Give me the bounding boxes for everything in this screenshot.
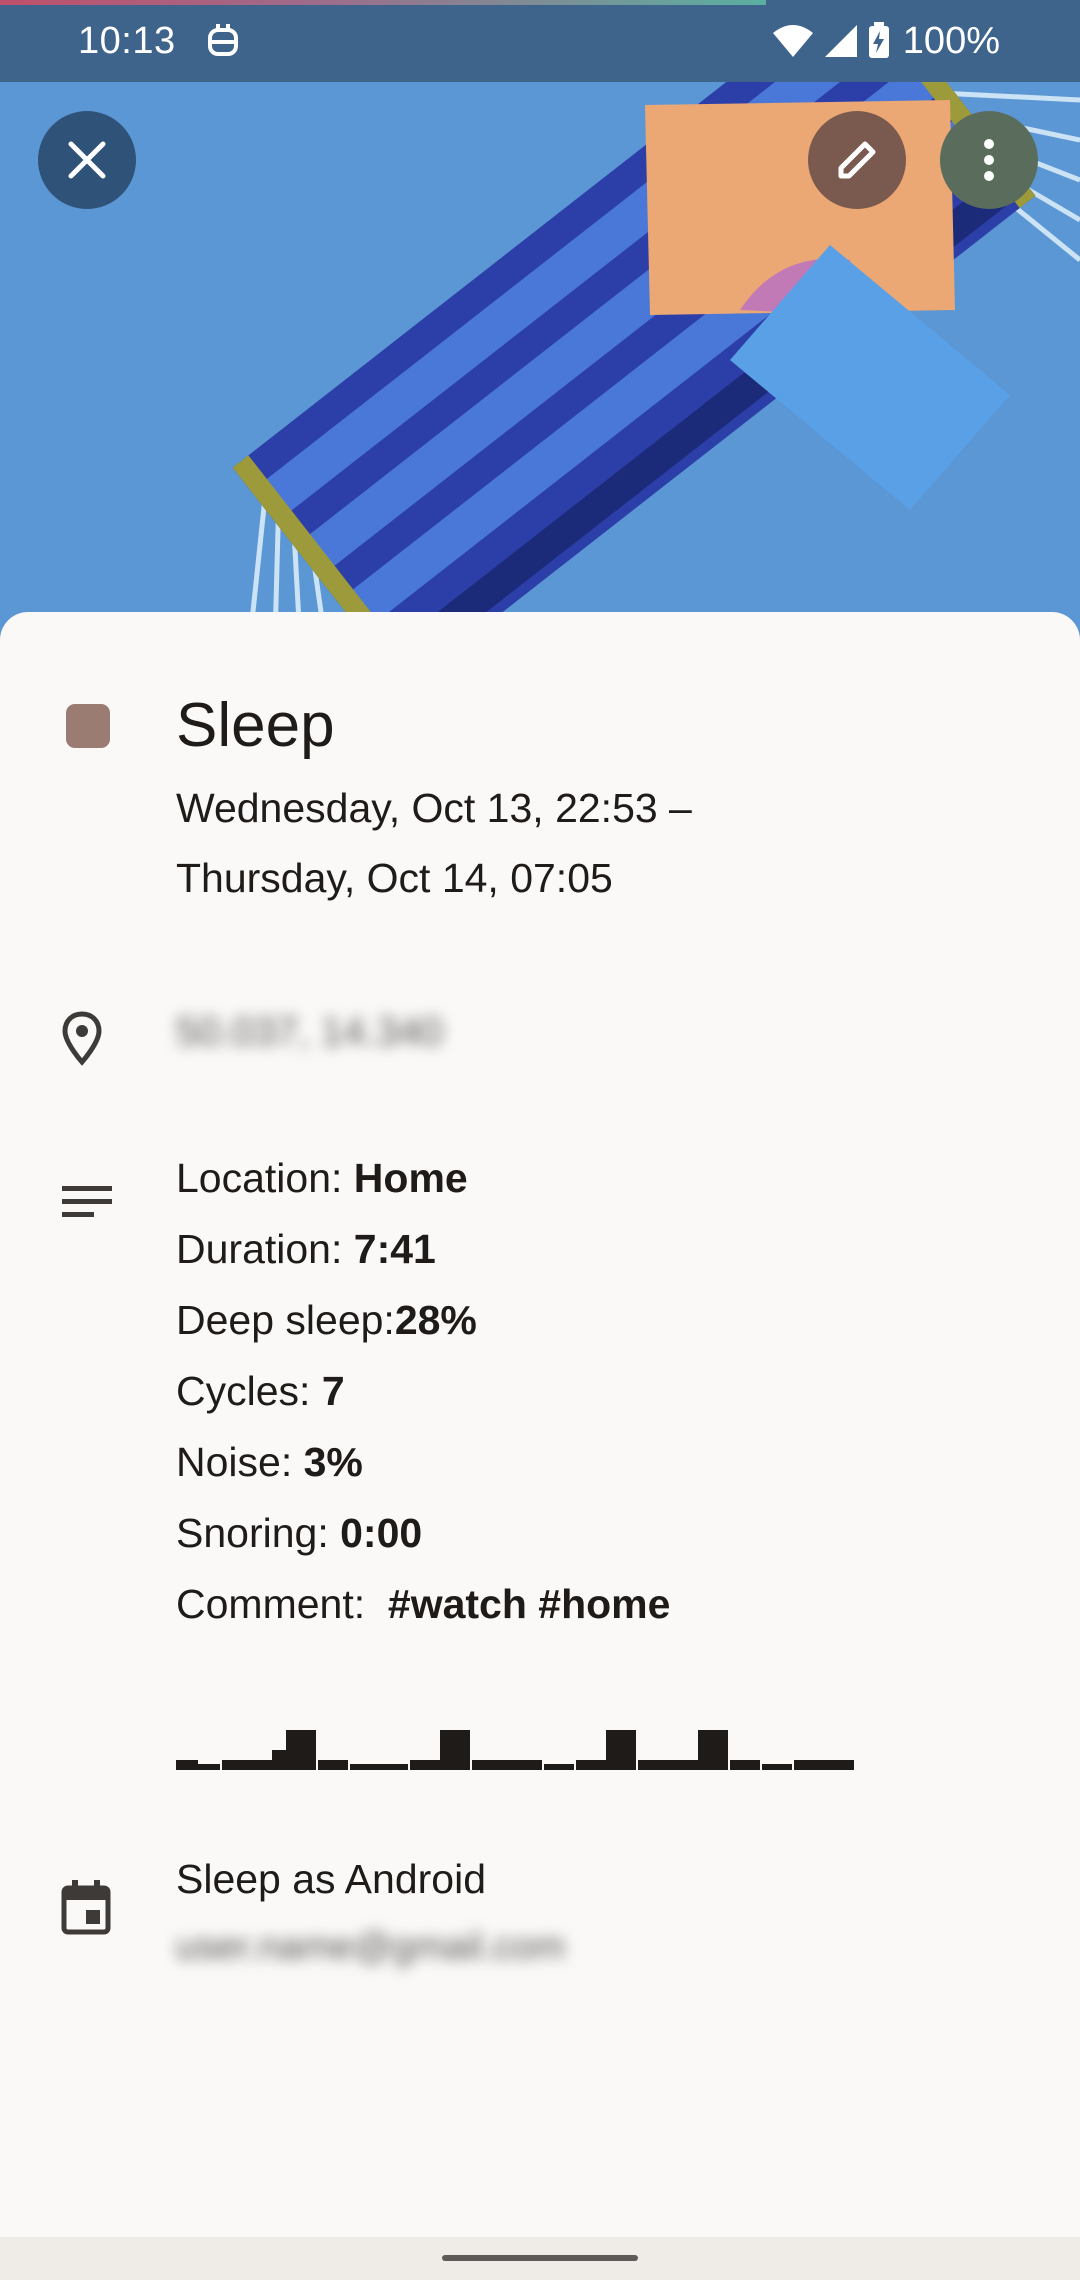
event-title: Sleep [176, 691, 335, 760]
event-date-end: Thursday, Oct 14, 07:05 [176, 855, 613, 901]
desc-cycles-value: 7 [321, 1368, 345, 1414]
calendar-account: user.name@gmail.com [176, 1926, 566, 1968]
cell-signal-icon [824, 25, 857, 57]
desc-noise: Noise: 3% [176, 1439, 363, 1486]
desc-comment-label: Comment: [176, 1581, 388, 1627]
status-time: 10:13 [78, 19, 176, 62]
desc-cycles-label: Cycles: [176, 1368, 322, 1414]
desc-snoring-label: Snoring: [176, 1510, 341, 1556]
desc-deep-sleep: Deep sleep:28% [176, 1297, 477, 1344]
edit-icon [838, 141, 876, 179]
event-date-start: Wednesday, Oct 13, 22:53 – [176, 785, 692, 831]
location-pin-icon [62, 1011, 102, 1066]
desc-location: Location: Home [176, 1155, 468, 1202]
desc-noise-value: 3% [303, 1439, 363, 1485]
desc-duration-label: Duration: [176, 1226, 354, 1272]
more-vert-icon [984, 139, 994, 181]
calendar-icon [61, 1880, 111, 1935]
desc-snoring-value: 0:00 [340, 1510, 423, 1556]
battery-charging-icon [868, 22, 889, 58]
desc-cycles: Cycles: 7 [176, 1368, 345, 1415]
close-button[interactable] [38, 111, 136, 209]
wifi-icon [772, 25, 813, 57]
navigation-bar [0, 2237, 1080, 2280]
header-illustration [0, 0, 1080, 640]
desc-deep-value: 28% [394, 1297, 477, 1343]
close-icon [68, 141, 106, 179]
robot-notification-icon [207, 24, 238, 56]
sleep-hypnogram [176, 1730, 854, 1770]
event-color-swatch [66, 704, 110, 748]
desc-comment: Comment: #watch #home [176, 1581, 670, 1628]
status-accent-line [0, 0, 766, 5]
desc-comment-value: #watch #home [387, 1581, 671, 1627]
status-right: 100% [771, 20, 1000, 63]
desc-duration: Duration: 7:41 [176, 1226, 436, 1273]
desc-location-value: Home [353, 1155, 468, 1201]
event-location[interactable]: 50.037, 14.340 [176, 1010, 443, 1055]
desc-snoring: Snoring: 0:00 [176, 1510, 422, 1557]
more-options-button[interactable] [940, 111, 1038, 209]
desc-duration-value: 7:41 [353, 1226, 436, 1272]
battery-percent: 100% [902, 19, 1000, 62]
edit-button[interactable] [808, 111, 906, 209]
status-bar: 10:13 100% [0, 0, 1080, 82]
desc-deep-label: Deep sleep: [176, 1297, 395, 1343]
notes-icon [62, 1186, 112, 1217]
hammock-illustration [232, 0, 1080, 640]
calendar-name: Sleep as Android [176, 1856, 487, 1902]
gesture-handle[interactable] [442, 2255, 638, 2261]
desc-location-label: Location: [176, 1155, 354, 1201]
desc-noise-label: Noise: [176, 1439, 304, 1485]
